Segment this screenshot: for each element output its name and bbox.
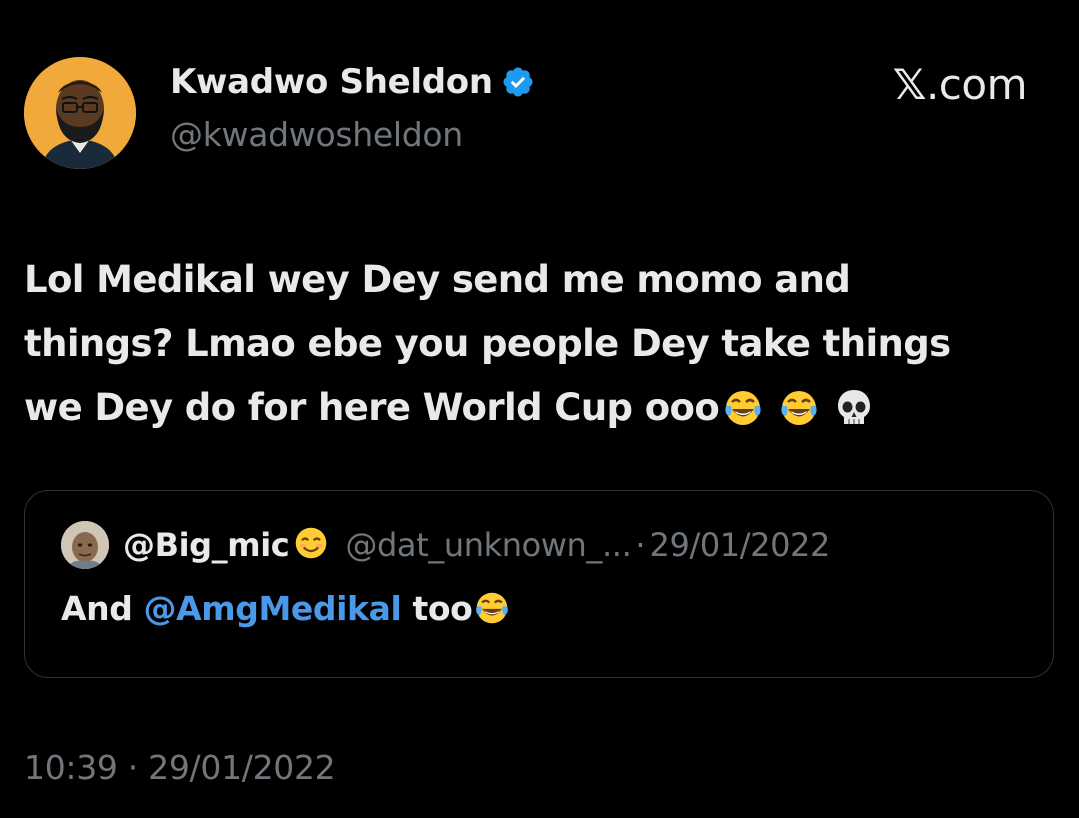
quoted-tweet-date[interactable]: 29/01/2022 [650,526,831,564]
quoted-text-suffix: too [401,589,473,628]
quoted-tweet-card[interactable]: @Big_mic @dat_unknown_... · 29/01/2022 A… [24,490,1054,678]
tweet-line-text: we Dey do for here World Cup ooo [24,386,720,429]
skull-emoji-icon [835,384,873,448]
verified-badge-icon [501,65,535,99]
quoted-author-handle[interactable]: @dat_unknown_... [345,526,631,564]
tears-of-joy-emoji-icon [723,384,763,448]
tweet-line: Lol Medikal wey Dey send me momo and [24,258,851,301]
tweet-line-last: we Dey do for here World Cup ooo [24,376,1059,448]
tears-of-joy-emoji-icon [474,590,510,634]
mention-link[interactable]: @AmgMedikal [144,589,402,628]
author-name-row: Kwadwo Sheldon [170,62,535,102]
bearded-man-avatar-icon [24,57,136,169]
author-handle[interactable]: @kwadwosheldon [170,115,463,154]
tears-of-joy-emoji-icon [779,384,819,448]
dot-separator: · [635,526,646,564]
author-display-name[interactable]: Kwadwo Sheldon [170,62,493,102]
x-logo: 𝕏.com [892,60,1028,109]
quoted-author-avatar[interactable] [61,521,109,569]
quoted-tweet-text: And @AmgMedikal too [61,589,510,634]
x-logo-icon: 𝕏 [892,60,927,109]
quoted-text-prefix: And [61,589,144,628]
quoted-author-name[interactable]: @Big_mic [123,526,290,564]
smiling-face-emoji-icon [293,525,329,565]
site-domain-label: .com [925,60,1028,109]
quoted-avatar-photo-icon [61,521,109,569]
tweet-text: Lol Medikal wey Dey send me momo and thi… [24,248,1059,448]
quoted-tweet-header: @Big_mic @dat_unknown_... · 29/01/2022 [61,521,830,569]
tweet-timestamp[interactable]: 10:39 · 29/01/2022 [24,748,336,787]
author-avatar[interactable] [24,57,136,169]
tweet-line: things? Lmao ebe you people Dey take thi… [24,322,951,365]
